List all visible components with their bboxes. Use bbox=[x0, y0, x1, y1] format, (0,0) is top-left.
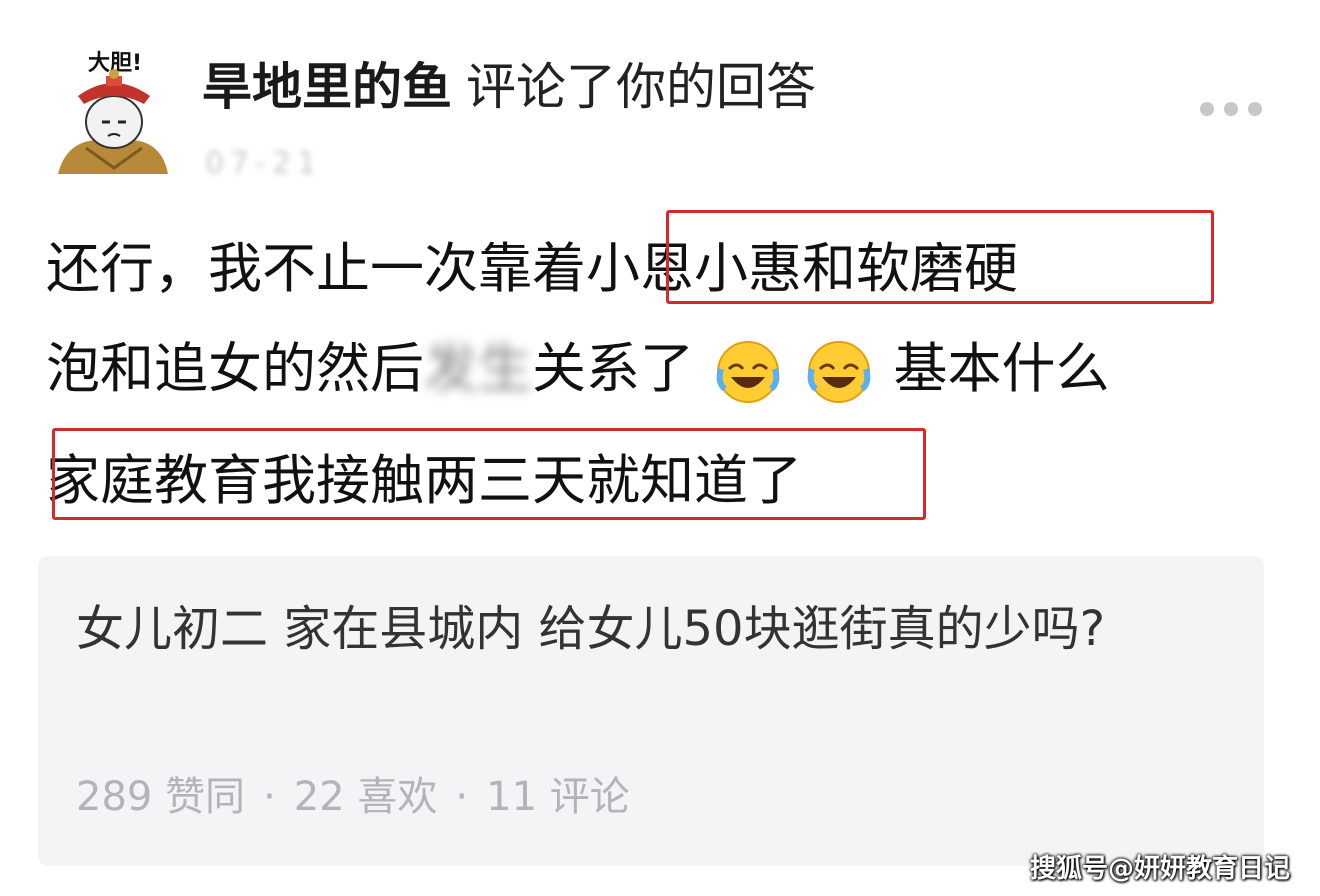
separator: · bbox=[263, 774, 276, 820]
laugh-cry-emoji bbox=[716, 341, 780, 404]
quoted-question-title[interactable]: 女儿初二 家在县城内 给女儿50块逛街真的少吗? bbox=[76, 596, 1216, 662]
answer-stats: 289 赞同 · 22 喜欢 · 11 评论 bbox=[76, 764, 630, 822]
red-highlight-box bbox=[666, 210, 1214, 304]
favorites-count: 22 喜欢 bbox=[293, 774, 438, 820]
comment-text: 泡和追女的然后 bbox=[46, 337, 424, 400]
quoted-answer-card[interactable]: 女儿初二 家在县城内 给女儿50块逛街真的少吗? 289 赞同 · 22 喜欢 · 11… bbox=[38, 556, 1264, 866]
timestamp: 07-21 bbox=[205, 146, 323, 181]
avatar[interactable]: 大胆! bbox=[56, 44, 172, 180]
notification-header: 旱地里的鱼 评论了你的回答 bbox=[202, 56, 816, 118]
watermark: 搜狐号@妍妍教育日记 bbox=[1030, 854, 1291, 884]
comment-text: 关系了 bbox=[532, 337, 694, 400]
more-options-icon[interactable] bbox=[1200, 98, 1264, 120]
red-highlight-box bbox=[52, 428, 926, 520]
comment-line-2: 泡和追女的然后发生关系了 基本什么 bbox=[46, 336, 1110, 405]
username-link[interactable]: 旱地里的鱼 bbox=[202, 58, 452, 116]
comment-text: 还行，我不止一次靠着 bbox=[46, 237, 586, 300]
avatar-image: 大胆! bbox=[58, 51, 168, 174]
laugh-cry-emoji bbox=[808, 341, 871, 404]
comment-text: 基本什么 bbox=[893, 337, 1110, 400]
censored-text: 发生 bbox=[424, 337, 532, 400]
action-text: 评论了你的回答 bbox=[466, 58, 816, 116]
separator: · bbox=[455, 774, 469, 820]
likes-count: 289 赞同 bbox=[76, 774, 246, 820]
comments-count: 11 评论 bbox=[486, 774, 630, 820]
